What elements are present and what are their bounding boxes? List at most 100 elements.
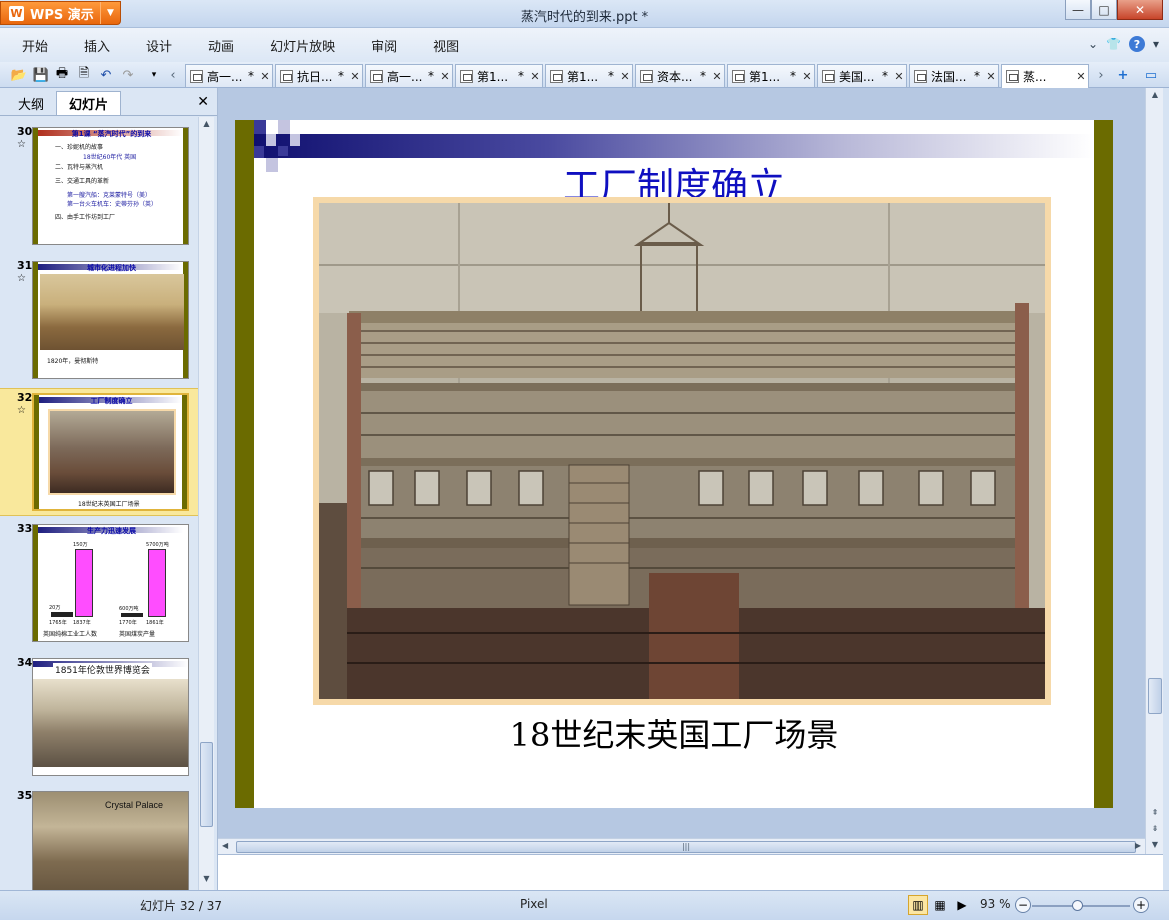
slide-thumbnail-item[interactable]: 33 生产力迅速发展 20万 150万 600万吨 5700万吨 1765年 1… (0, 520, 198, 648)
slide-caption[interactable]: 18世纪末英国工厂场景 (254, 710, 1094, 756)
scrollbar-thumb[interactable] (1148, 678, 1162, 714)
slide-thumbnail[interactable]: 工厂制度确立 18世纪末英国工厂场景 (32, 393, 189, 511)
zoom-out-icon[interactable]: − (1015, 897, 1031, 913)
scroll-up-icon[interactable]: ▲ (1148, 90, 1162, 99)
undo-icon[interactable]: ↶ (97, 66, 115, 84)
tab-close-icon[interactable]: ✕ (892, 70, 906, 83)
thumbnail-value: 20万 (49, 605, 61, 611)
tab-close-icon[interactable]: ✕ (348, 70, 362, 83)
menu-insert[interactable]: 插入 (66, 36, 128, 55)
scrollbar-thumb[interactable] (200, 742, 213, 827)
thumbnail-scrollbar[interactable]: ▲ ▼ (198, 117, 214, 890)
menu-review[interactable]: 审阅 (353, 36, 415, 55)
doc-tab[interactable]: 第1... * ✕ (545, 64, 633, 87)
slide-sorter-view-icon[interactable]: ▦ (930, 895, 950, 915)
menu-home[interactable]: 开始 (0, 36, 66, 55)
doc-tab[interactable]: 抗日... * ✕ (275, 64, 363, 87)
menu-slideshow[interactable]: 幻灯片放映 (252, 36, 353, 55)
zoom-slider-handle[interactable] (1072, 900, 1083, 911)
tab-close-icon[interactable]: ✕ (1074, 70, 1088, 83)
tab-close-icon[interactable]: ✕ (710, 70, 724, 83)
ppt-file-icon (370, 69, 383, 83)
tab-scroll-left-icon[interactable]: ‹ (164, 66, 182, 84)
menu-animation[interactable]: 动画 (190, 36, 252, 55)
tab-close-icon[interactable]: ✕ (618, 70, 632, 83)
slide-thumbnail[interactable]: 生产力迅速发展 20万 150万 600万吨 5700万吨 1765年 1837… (32, 524, 189, 642)
slide-thumbnail-item[interactable]: 35 Crystal Palace (0, 787, 198, 890)
doc-tab-active[interactable]: 蒸... ✕ (1001, 64, 1089, 88)
status-bar: 幻灯片 32 / 37 Pixel ▥ ▦ ▶ 93 % − + (0, 890, 1169, 920)
doc-tab[interactable]: 法国... * ✕ (909, 64, 999, 87)
doc-tab-label: 高一... (387, 69, 423, 84)
previous-slide-icon[interactable]: ⇞ (1148, 808, 1162, 817)
notes-pane[interactable] (218, 854, 1163, 890)
editor-vertical-scrollbar[interactable]: ▲ ⇞ ⇟ ▼ (1145, 88, 1163, 854)
zoom-in-icon[interactable]: + (1133, 897, 1149, 913)
tab-close-icon[interactable]: ✕ (438, 70, 452, 83)
tab-scroll-right-icon[interactable]: › (1092, 66, 1110, 84)
scroll-left-icon[interactable]: ◀ (222, 841, 228, 850)
doc-tab[interactable]: 高一... * ✕ (185, 64, 273, 87)
normal-view-icon[interactable]: ▥ (908, 895, 928, 915)
tab-close-icon[interactable]: ✕ (800, 70, 814, 83)
tab-list-icon[interactable]: ▭ (1142, 66, 1160, 84)
doc-tab[interactable]: 第1... * ✕ (727, 64, 815, 87)
slide-thumbnail[interactable]: 城市化进程加快 1820年，曼彻斯特 (32, 261, 189, 379)
slideshow-view-icon[interactable]: ▶ (952, 895, 972, 915)
thumbnail-line: 四、由手工作坊到工厂 (55, 214, 116, 221)
zoom-level: 93 % (980, 897, 1011, 911)
slide-left-border (235, 120, 254, 808)
scroll-up-icon[interactable]: ▲ (199, 119, 214, 133)
tab-slides[interactable]: 幻灯片 (56, 91, 122, 115)
tab-close-icon[interactable]: ✕ (984, 70, 998, 83)
close-panel-icon[interactable]: ✕ (197, 94, 209, 110)
doc-tab[interactable]: 第1... * ✕ (455, 64, 543, 87)
doc-tab[interactable]: 美国... * ✕ (817, 64, 907, 87)
save-icon[interactable]: 💾 (32, 66, 50, 84)
slide-thumbnail[interactable]: 第1课 “蒸汽时代”的到来 一、珍妮机的故事 18世纪60年代 英国 二、瓦特与… (32, 127, 189, 245)
factory-picture-frame[interactable] (313, 197, 1051, 705)
slide-thumbnail-item[interactable]: 34 1851年伦敦世界博览会 (0, 654, 198, 782)
slide-thumbnail[interactable]: Crystal Palace (32, 791, 189, 890)
new-tab-icon[interactable]: + (1114, 66, 1132, 84)
animation-star-icon: ☆ (17, 405, 26, 416)
doc-tab-label: 法国... (931, 69, 967, 84)
redo-icon[interactable]: ↷ (119, 66, 137, 84)
scroll-down-icon[interactable]: ▼ (1148, 840, 1162, 849)
slide-canvas[interactable]: 工厂制度确立 18世纪末英国工厂场景 (235, 120, 1113, 808)
animation-star-icon: ☆ (17, 273, 26, 284)
title-bar: W WPS 演示 ▼ 蒸汽时代的到来.ppt * — □ ✕ (0, 0, 1169, 28)
tab-outline[interactable]: 大纲 (6, 91, 56, 115)
menu-design[interactable]: 设计 (128, 36, 190, 55)
slide-right-border (1094, 120, 1113, 808)
collapse-ribbon-icon[interactable]: ⌄ (1088, 37, 1098, 51)
scrollbar-thumb[interactable]: ||| (236, 841, 1136, 853)
thumbnail-bar (75, 549, 93, 617)
doc-tab[interactable]: 高一... * ✕ (365, 64, 453, 87)
open-folder-icon[interactable]: 📂 (10, 66, 28, 84)
close-button[interactable]: ✕ (1117, 0, 1163, 20)
thumbnail-title: Crystal Palace (105, 800, 164, 810)
slide-thumbnail[interactable]: 1851年伦敦世界博览会 (32, 658, 189, 776)
tab-close-icon[interactable]: ✕ (258, 70, 272, 83)
chevron-down-icon[interactable]: ▾ (1153, 37, 1159, 51)
help-icon[interactable]: ? (1128, 36, 1145, 52)
print-icon[interactable]: 🖶 (53, 66, 71, 84)
slide-thumbnail-item[interactable]: 31 ☆ 城市化进程加快 1820年，曼彻斯特 (0, 257, 198, 385)
ppt-file-icon (550, 69, 563, 83)
next-slide-icon[interactable]: ⇟ (1148, 824, 1162, 833)
menu-view[interactable]: 视图 (415, 36, 477, 55)
skin-icon[interactable]: 👕 (1106, 37, 1121, 51)
slide-thumbnail-item-selected[interactable]: 32 ☆ 工厂制度确立 18世纪末英国工厂场景 (0, 388, 198, 516)
scroll-right-icon[interactable]: ▶ (1135, 841, 1141, 850)
thumbnail-title: 工厂制度确立 (90, 397, 133, 405)
slide-thumbnail-item[interactable]: 30 ☆ 第1课 “蒸汽时代”的到来 一、珍妮机的故事 18世纪60年代 英国 … (0, 123, 198, 251)
maximize-button[interactable]: □ (1091, 0, 1117, 20)
minimize-button[interactable]: — (1065, 0, 1091, 20)
print-preview-icon[interactable]: 🗎 (75, 66, 93, 84)
doc-tab[interactable]: 资本... * ✕ (635, 64, 725, 87)
tab-close-icon[interactable]: ✕ (528, 70, 542, 83)
customize-toolbar-icon[interactable]: ▾ (145, 66, 163, 84)
scroll-down-icon[interactable]: ▼ (199, 874, 214, 888)
editor-horizontal-scrollbar[interactable]: ◀ ||| ▶ (218, 838, 1145, 854)
